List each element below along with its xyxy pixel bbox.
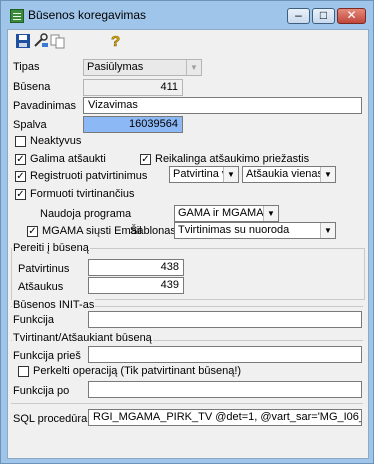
registruoti-patvirtinimus-checkbox[interactable]: ✓ — [15, 171, 26, 182]
neaktyvus-label: Neaktyvus — [30, 135, 82, 147]
funkcija-pries-label: Funkcija prieš — [13, 350, 81, 362]
registruoti-patvirtinimus-label: Registruoti patvirtinimus — [30, 170, 148, 182]
atsaukia-value: Atšaukia vienas — [246, 168, 324, 180]
perkelti-checkbox[interactable] — [18, 366, 29, 377]
chevron-down-icon: ▼ — [320, 223, 335, 238]
patvirtinus-field[interactable]: 438 — [88, 259, 184, 276]
window-title: Būsenos koregavimas — [28, 8, 147, 22]
patvirtinus-label: Patvirtinus — [18, 263, 70, 275]
reikalinga-priezastis-checkbox[interactable]: ✓ — [140, 154, 151, 165]
dialog-body: ? Tipas Pasiūlymas ▼ Būsena 411 Pavadini… — [7, 29, 369, 459]
naudoja-programa-select[interactable]: GAMA ir MGAMA ▼ — [174, 205, 279, 222]
app-icon — [10, 9, 24, 23]
atsaukus-label: Atšaukus — [18, 281, 64, 293]
mgama-email-label: MGAMA siųsti Email — [42, 225, 142, 237]
chevron-down-icon: ▼ — [320, 167, 335, 182]
atsaukus-field[interactable]: 439 — [88, 277, 184, 294]
tvirtinant-group-title: Tvirtinant/Atšaukiant būseną — [12, 332, 153, 344]
copy-icon[interactable] — [50, 33, 66, 49]
naudoja-programa-value: GAMA ir MGAMA — [178, 207, 264, 219]
tipas-label: Tipas — [13, 61, 40, 73]
title-bar[interactable]: Būsenos koregavimas – □ ✕ — [1, 1, 373, 28]
funkcija-pries-field[interactable] — [88, 346, 362, 363]
maximize-button[interactable]: □ — [312, 8, 335, 24]
maximize-icon: □ — [319, 8, 328, 22]
busena-field[interactable]: 411 — [83, 79, 183, 96]
funkcija-field[interactable] — [88, 311, 362, 328]
galima-atsaukti-checkbox[interactable]: ✓ — [15, 154, 26, 165]
sablonas-value: Tvirtinimas su nuoroda — [178, 224, 290, 236]
pavadinimas-label: Pavadinimas — [13, 100, 76, 112]
sql-procedura-label: SQL procedūra — [13, 413, 88, 425]
save-icon[interactable] — [15, 33, 31, 49]
reikalinga-priezastis-label: Reikalinga atšaukimo priežastis — [155, 153, 310, 165]
mgama-email-checkbox[interactable]: ✓ — [27, 226, 38, 237]
busena-label: Būsena — [13, 81, 51, 93]
sql-divider — [11, 403, 363, 404]
atsaukia-select[interactable]: Atšaukia vienas ▼ — [242, 166, 336, 183]
close-icon: ✕ — [346, 8, 357, 22]
init-group-title: Būsenos INIT-as — [12, 299, 96, 311]
tools-icon[interactable] — [33, 33, 49, 49]
chevron-down-icon: ▼ — [263, 206, 278, 221]
patvirtina-select[interactable]: Patvirtina visi ▼ — [169, 166, 239, 183]
perkelti-label: Perkelti operaciją (Tik patvirtinant būs… — [33, 365, 242, 377]
spalva-color-field[interactable]: 16039564 — [83, 116, 183, 133]
galima-atsaukti-label: Galima atšaukti — [30, 153, 106, 165]
pavadinimas-field[interactable]: Vizavimas — [83, 97, 362, 114]
tipas-value: Pasiūlymas — [87, 61, 144, 73]
chevron-down-icon: ▼ — [186, 60, 201, 75]
pereiti-group-title: Pereiti į būseną — [12, 242, 90, 254]
spalva-label: Spalva — [13, 119, 47, 131]
chevron-down-icon: ▼ — [223, 167, 238, 182]
close-button[interactable]: ✕ — [337, 8, 366, 24]
minimize-button[interactable]: – — [287, 8, 310, 24]
sql-procedura-field[interactable]: RGI_MGAMA_PIRK_TV @det=1, @vart_sar='MG_… — [88, 409, 362, 426]
formuoti-tvirtinancius-checkbox[interactable]: ✓ — [15, 189, 26, 200]
formuoti-tvirtinancius-label: Formuoti tvirtinančius — [30, 188, 135, 200]
naudoja-programa-label: Naudoja programa — [40, 208, 132, 220]
funkcija-label: Funkcija — [13, 314, 54, 326]
neaktyvus-checkbox[interactable] — [15, 136, 26, 147]
dialog-window: Būsenos koregavimas – □ ✕ ? Tipas Pasiūl… — [0, 0, 374, 464]
sablonas-select[interactable]: Tvirtinimas su nuoroda ▼ — [174, 222, 336, 239]
help-icon[interactable]: ? — [108, 32, 124, 48]
funkcija-po-label: Funkcija po — [13, 385, 70, 397]
minimize-icon: – — [295, 8, 302, 22]
funkcija-po-field[interactable] — [88, 381, 362, 398]
tipas-select[interactable]: Pasiūlymas ▼ — [83, 59, 202, 76]
svg-text:?: ? — [111, 33, 120, 48]
sablonas-label: Šablonas — [130, 225, 176, 237]
